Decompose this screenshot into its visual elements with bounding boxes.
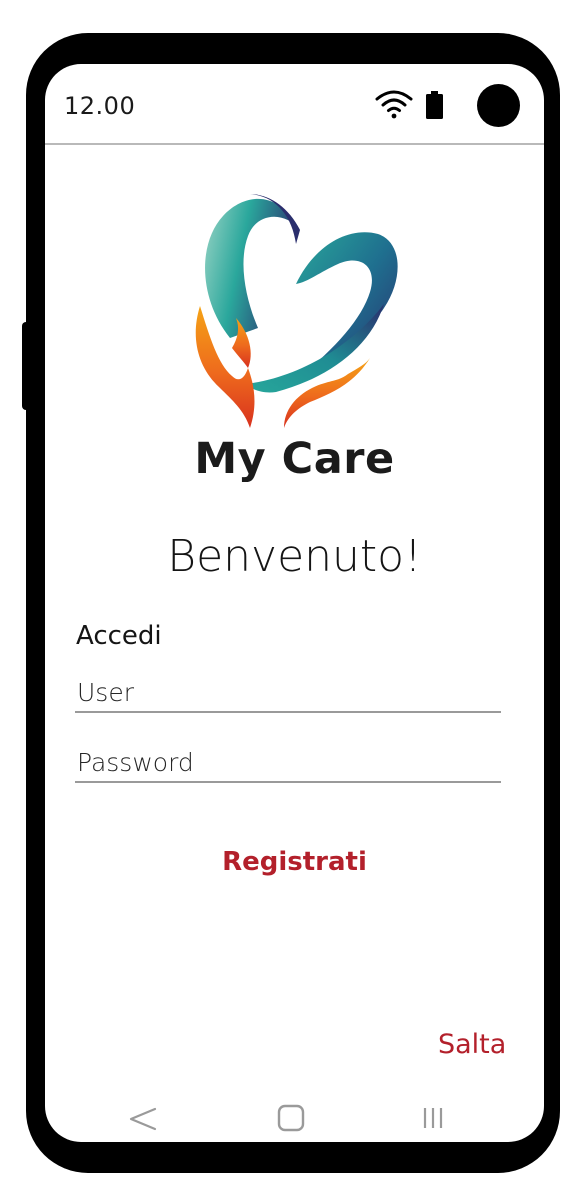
register-button[interactable]: Registrati [45,847,544,877]
logo-name: My Care [194,434,395,484]
phone-screen: 12.00 My Care Benvenuto! Accedi User Reg… [45,64,544,1142]
back-icon[interactable] [128,1104,158,1134]
phone-side-button [22,322,32,410]
battery-icon [426,91,443,119]
status-bar: 12.00 [45,64,544,145]
wifi-icon [375,90,413,119]
login-heading: Accedi [76,621,162,651]
user-input[interactable] [75,673,501,713]
password-input[interactable] [75,743,501,783]
home-icon[interactable] [277,1104,305,1132]
status-time: 12.00 [64,92,136,120]
skip-button[interactable]: Salta [438,1029,506,1060]
navigation-bar [45,1094,544,1142]
heart-logo-icon [195,194,398,428]
welcome-title: Benvenuto! [167,531,422,582]
camera-icon [477,84,520,127]
recents-icon[interactable] [421,1106,445,1130]
